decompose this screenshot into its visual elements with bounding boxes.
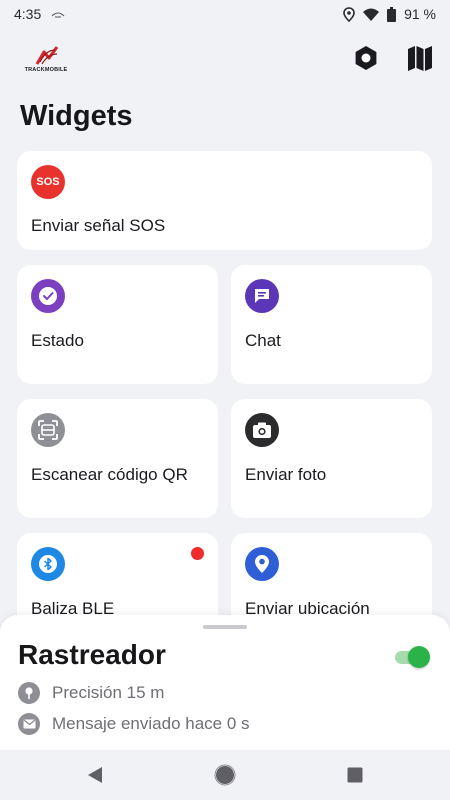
qr-scan-icon <box>31 413 65 447</box>
accuracy-row: Precisión 15 m <box>18 682 164 704</box>
wifi-icon <box>363 8 380 21</box>
trackmobile-logo-icon <box>35 45 59 65</box>
widget-sos[interactable]: SOS Enviar señal SOS <box>17 151 432 250</box>
alert-dot <box>191 547 204 560</box>
location-icon <box>343 6 355 22</box>
nav-home-button[interactable] <box>213 763 237 787</box>
widget-photo-label: Enviar foto <box>245 465 327 484</box>
map-button[interactable] <box>404 42 436 74</box>
recents-icon <box>347 767 363 783</box>
sheet-grabber[interactable] <box>203 625 247 629</box>
pin-icon <box>18 682 40 704</box>
system-nav-bar <box>0 750 450 800</box>
mail-icon <box>18 713 40 735</box>
widget-estado[interactable]: Estado <box>17 265 218 384</box>
accuracy-text: Precisión 15 m <box>52 683 165 702</box>
brand-logo: TRACKMOBILE <box>20 44 72 73</box>
tracker-toggle[interactable] <box>393 645 431 669</box>
camera-icon <box>245 413 279 447</box>
check-circle-icon <box>31 279 65 313</box>
widget-qr[interactable]: Escanear código QR <box>17 399 218 518</box>
chat-icon <box>245 279 279 313</box>
bluetooth-icon <box>31 547 65 581</box>
nav-recents-button[interactable] <box>343 763 367 787</box>
battery-level: 91 % <box>404 6 436 22</box>
widget-qr-label: Escanear código QR <box>31 465 188 484</box>
notification-logo-icon <box>51 12 65 18</box>
widget-chat[interactable]: Chat <box>231 265 432 384</box>
status-bar: 4:35 91 % <box>0 0 450 28</box>
tracker-sheet: Rastreador Precisión 15 m Mensaje enviad… <box>0 615 450 750</box>
last-message-text: Mensaje enviado hace 0 s <box>52 714 250 733</box>
tracker-title: Rastreador <box>18 639 166 670</box>
last-message-row: Mensaje enviado hace 0 s <box>18 713 250 735</box>
widget-chat-label: Chat <box>245 331 281 350</box>
settings-icon <box>355 46 377 70</box>
toggle-thumb <box>408 646 430 668</box>
map-icon <box>408 46 432 71</box>
app-bar: TRACKMOBILE <box>0 30 450 86</box>
widget-estado-label: Estado <box>31 331 84 350</box>
back-icon <box>88 767 102 783</box>
settings-button[interactable] <box>350 42 382 74</box>
sos-icon: SOS <box>31 165 65 199</box>
battery-icon <box>387 6 397 22</box>
home-icon <box>214 764 236 786</box>
nav-back-button[interactable] <box>83 763 107 787</box>
status-time: 4:35 <box>14 6 42 22</box>
page-title: Widgets <box>20 100 133 132</box>
widget-sos-label: Enviar señal SOS <box>31 216 166 235</box>
location-pin-icon <box>245 547 279 581</box>
brand-name: TRACKMOBILE <box>24 66 68 73</box>
widget-photo[interactable]: Enviar foto <box>231 399 432 518</box>
